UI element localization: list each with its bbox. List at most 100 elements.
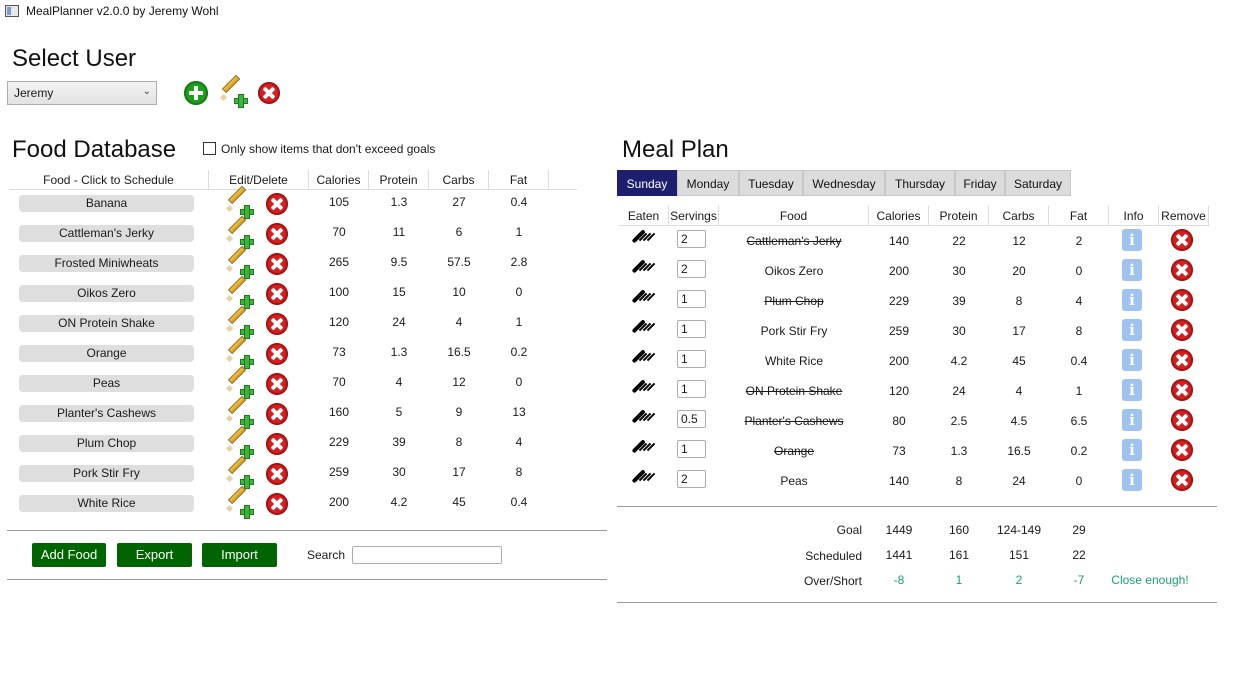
delete-food-button[interactable] [266,463,288,485]
edit-food-button[interactable] [224,335,254,369]
food-calories: 70 [332,225,346,239]
servings-input[interactable]: 2 [677,230,706,248]
tab-friday[interactable]: Friday [955,170,1005,196]
remove-meal-button[interactable] [1171,229,1193,251]
col-header-calories: Calories [869,206,929,226]
food-carbs: 9 [455,405,463,419]
export-button[interactable]: Export [117,543,192,567]
delete-user-button[interactable] [258,82,280,104]
fork-icon[interactable] [630,468,656,494]
edit-food-button[interactable] [224,245,254,279]
servings-input[interactable]: 2 [677,260,706,278]
add-food-button[interactable]: Add Food [32,543,106,567]
fork-icon[interactable] [630,288,656,314]
remove-meal-button[interactable] [1171,319,1193,341]
delete-food-button[interactable] [266,373,288,395]
scheduled-calories: 1441 [885,548,913,562]
fork-icon[interactable] [630,378,656,404]
delete-food-button[interactable] [266,313,288,335]
schedule-food-button[interactable]: ON Protein Shake [19,315,194,332]
tab-thursday[interactable]: Thursday [885,170,955,196]
remove-meal-button[interactable] [1171,289,1193,311]
info-icon[interactable]: i [1122,319,1142,341]
servings-input[interactable]: 0.5 [677,410,706,428]
food-calories: 160 [328,405,350,419]
info-icon[interactable]: i [1122,259,1142,281]
food-carbs: 45 [452,495,466,509]
schedule-food-button[interactable]: Frosted Miniwheats [19,255,194,272]
info-icon[interactable]: i [1122,289,1142,311]
remove-meal-button[interactable] [1171,439,1193,461]
schedule-food-button[interactable]: Plum Chop [19,435,194,452]
food-protein: 24 [392,315,406,329]
schedule-food-button[interactable]: Planter's Cashews [19,405,194,422]
tab-monday[interactable]: Monday [677,170,739,196]
fork-icon[interactable] [630,258,656,284]
meal-plan-header: Eaten Servings Food Calories Protein Car… [619,206,1209,226]
remove-meal-button[interactable] [1171,409,1193,431]
delete-food-button[interactable] [266,193,288,215]
user-select[interactable]: Jeremy ⌄ [7,81,157,105]
fork-icon[interactable] [630,228,656,254]
info-icon[interactable]: i [1122,469,1142,491]
edit-food-button[interactable] [224,455,254,489]
schedule-food-button[interactable]: Peas [19,375,194,392]
schedule-food-button[interactable]: Orange [19,345,194,362]
info-icon[interactable]: i [1122,349,1142,371]
edit-user-button[interactable] [218,74,248,108]
delete-food-button[interactable] [266,283,288,305]
schedule-food-button[interactable]: White Rice [19,495,194,512]
tab-tuesday[interactable]: Tuesday [739,170,803,196]
add-user-button[interactable] [184,81,208,105]
info-icon[interactable]: i [1122,229,1142,251]
tab-wednesday[interactable]: Wednesday [803,170,885,196]
schedule-food-button[interactable]: Oikos Zero [19,285,194,302]
edit-food-button[interactable] [224,215,254,249]
edit-food-button[interactable] [224,365,254,399]
delete-food-button[interactable] [266,253,288,275]
servings-input[interactable]: 1 [677,380,706,398]
remove-meal-button[interactable] [1171,259,1193,281]
meal-carbs: 45 [1012,354,1026,368]
edit-food-button[interactable] [224,185,254,219]
delete-food-button[interactable] [266,223,288,245]
food-fat: 0 [515,285,523,299]
delete-food-button[interactable] [266,433,288,455]
edit-food-button[interactable] [224,395,254,429]
info-icon[interactable]: i [1122,439,1142,461]
fork-icon[interactable] [630,348,656,374]
meal-calories: 80 [892,414,906,428]
edit-food-button[interactable] [224,485,254,519]
edit-food-button[interactable] [224,425,254,459]
food-protein: 15 [392,285,406,299]
servings-input[interactable]: 1 [677,320,706,338]
schedule-food-button[interactable]: Pork Stir Fry [19,465,194,482]
fork-icon[interactable] [630,318,656,344]
col-header-carbs: Carbs [429,170,489,190]
import-button[interactable]: Import [202,543,277,567]
remove-meal-button[interactable] [1171,379,1193,401]
remove-meal-button[interactable] [1171,469,1193,491]
info-icon[interactable]: i [1122,409,1142,431]
fork-icon[interactable] [630,438,656,464]
filter-goals-checkbox[interactable] [203,142,216,155]
tab-sunday[interactable]: Sunday [617,170,677,196]
info-icon[interactable]: i [1122,379,1142,401]
search-input[interactable] [352,546,502,564]
delete-food-button[interactable] [266,343,288,365]
col-header-carbs: Carbs [989,206,1049,226]
edit-food-button[interactable] [224,275,254,309]
servings-input[interactable]: 1 [677,350,706,368]
delete-food-button[interactable] [266,403,288,425]
delete-food-button[interactable] [266,493,288,515]
tab-saturday[interactable]: Saturday [1005,170,1071,196]
fork-icon[interactable] [630,408,656,434]
schedule-food-button[interactable]: Banana [19,195,194,212]
schedule-food-button[interactable]: Cattleman's Jerky [19,225,194,242]
edit-food-button[interactable] [224,305,254,339]
servings-input[interactable]: 2 [677,470,706,488]
servings-input[interactable]: 1 [677,440,706,458]
servings-input[interactable]: 1 [677,290,706,308]
col-header-fat: Fat [489,170,549,190]
remove-meal-button[interactable] [1171,349,1193,371]
